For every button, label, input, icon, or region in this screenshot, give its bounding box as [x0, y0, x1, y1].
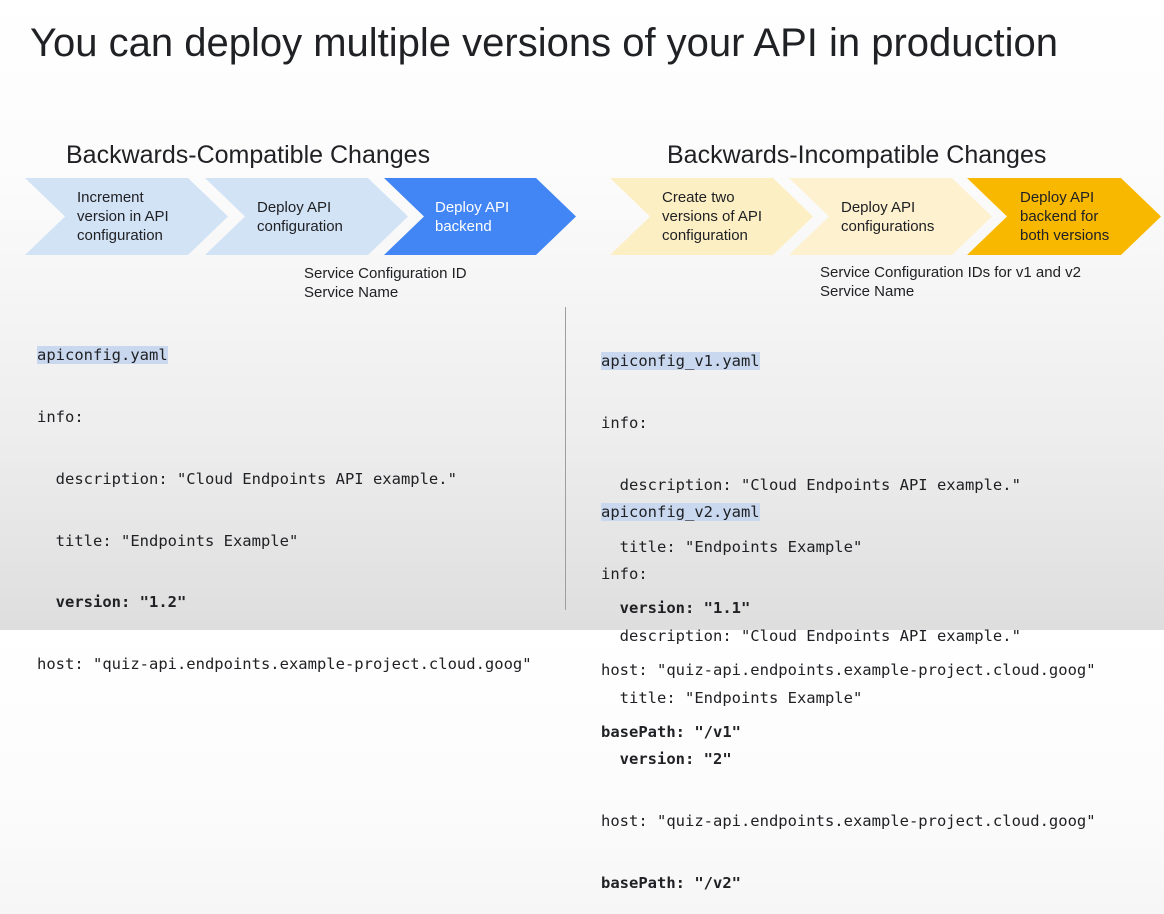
code-line-version: version: "2": [601, 750, 732, 769]
code-line: info:: [601, 564, 648, 583]
code-line: description: "Cloud Endpoints API exampl…: [601, 626, 1021, 645]
code-line: title: "Endpoints Example": [601, 688, 863, 707]
compatible-step-1-label: Increment version in API configuration: [77, 189, 169, 244]
code-line: host: "quiz-api.endpoints.example-projec…: [37, 655, 532, 674]
apiconfig-v1-filename: apiconfig_v1.yaml: [601, 352, 760, 371]
code-line: title: "Endpoints Example": [37, 531, 299, 550]
compatible-step-2: Deploy API configuration: [205, 178, 408, 255]
incompatible-step-3: Deploy API backend for both versions: [967, 178, 1161, 255]
incompatible-step-1-label: Create two versions of API configuration: [662, 189, 763, 244]
incompatible-step-1: Create two versions of API configuration: [610, 178, 813, 255]
compatible-step-1: Increment version in API configuration: [25, 178, 228, 255]
compatible-note-line-2: Service Name: [304, 284, 399, 301]
code-line-version: version: "1.2": [37, 593, 187, 612]
incompatible-note: Service Configuration IDs for v1 and v2 …: [820, 263, 1081, 301]
code-line: description: "Cloud Endpoints API exampl…: [37, 469, 457, 488]
incompatible-note-line-1: Service Configuration IDs for v1 and v2: [820, 264, 1081, 281]
incompatible-step-2: Deploy API configurations: [789, 178, 992, 255]
apiconfig-filename: apiconfig.yaml: [37, 346, 168, 365]
code-line: info:: [601, 413, 648, 432]
compatible-step-2-label: Deploy API configuration: [257, 198, 343, 235]
incompatible-step-3-label: Deploy API backend for both versions: [1020, 189, 1110, 244]
apiconfig-v2-code-block: apiconfig_v2.yaml info: description: "Cl…: [601, 461, 1096, 914]
code-line: host: "quiz-api.endpoints.example-projec…: [601, 812, 1096, 831]
compatible-note-line-1: Service Configuration ID: [304, 265, 467, 282]
apiconfig-code-block: apiconfig.yaml info: description: "Cloud…: [37, 304, 532, 695]
compatible-step-3-label: Deploy API backend: [435, 198, 510, 235]
code-line: info:: [37, 407, 84, 426]
code-line-basepath: basePath: "/v2": [601, 873, 741, 892]
incompatible-step-2-label: Deploy API configurations: [841, 198, 935, 235]
section-divider: [565, 307, 566, 610]
apiconfig-v2-filename: apiconfig_v2.yaml: [601, 503, 760, 522]
backwards-compatible-heading: Backwards-Compatible Changes: [66, 141, 431, 169]
backwards-incompatible-heading: Backwards-Incompatible Changes: [667, 141, 1047, 169]
compatible-note: Service Configuration ID Service Name: [304, 264, 467, 302]
slide-title: You can deploy multiple versions of your…: [30, 21, 1059, 65]
incompatible-note-line-2: Service Name: [820, 283, 915, 300]
compatible-step-3: Deploy API backend: [384, 178, 576, 255]
